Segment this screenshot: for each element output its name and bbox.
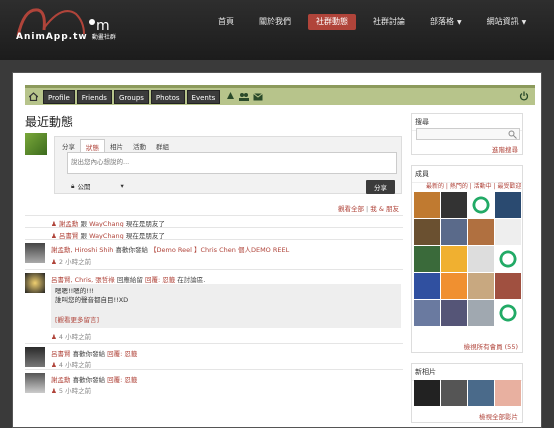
chevron-down-icon: ▼ <box>457 19 462 26</box>
like-icon: ♟ <box>51 333 57 341</box>
mail-icon[interactable] <box>252 91 264 103</box>
tab-events[interactable]: Events <box>186 89 221 104</box>
photo-grid <box>414 380 521 406</box>
main-nav: 首頁 關於我們 社群動態 社群討論 部落格 ▼ 網站資訊 ▼ <box>210 14 543 30</box>
member-avatar[interactable] <box>495 219 521 245</box>
list-item: 謝孟勳 喜歡你發給 回覆: 忍籤 ♟ 5 小時之前 <box>25 369 403 395</box>
search-panel: 搜尋 進階搜尋 <box>411 113 523 155</box>
privacy-select[interactable]: 🔒︎ 公開 ▾ <box>71 181 124 192</box>
list-item: ♟ 謝孟勳 跟 WayChang 現在是朋友了 <box>25 215 403 228</box>
search-icon[interactable] <box>508 130 517 139</box>
member-avatar[interactable] <box>414 246 440 272</box>
nav-about[interactable]: 關於我們 <box>251 14 299 30</box>
list-item: ♟ 呂書賢 跟 WayChang 現在是朋友了 <box>25 227 403 240</box>
home-icon[interactable] <box>27 91 39 103</box>
comment-box: 嗯嗯!!嗯的!!! 誰叫您的聲音都自目!!XD [觀看更多留言] <box>51 284 401 328</box>
chevron-down-icon: ▼ <box>521 19 527 26</box>
advanced-search-link[interactable]: 進階搜尋 <box>492 144 518 154</box>
tab-profile[interactable]: Profile <box>43 89 75 104</box>
member-avatar[interactable] <box>495 192 521 218</box>
notification-icon[interactable] <box>224 91 236 103</box>
member-avatar[interactable] <box>414 300 440 326</box>
lock-icon: 🔒︎ <box>71 181 75 190</box>
like-icon: ♟ <box>51 361 57 369</box>
member-avatar[interactable] <box>495 300 521 326</box>
member-avatar[interactable] <box>414 192 440 218</box>
top-header: m AnimApp.tw 動畫社群 首頁 關於我們 社群動態 社群討論 部落格 ▼… <box>0 0 554 60</box>
nav-site-info[interactable]: 網站資訊 ▼ <box>479 14 535 30</box>
nav-forum[interactable]: 社群討論 <box>365 14 413 30</box>
view-more-comments[interactable]: [觀看更多留言] <box>55 316 397 325</box>
nav-home[interactable]: 首頁 <box>210 14 242 30</box>
avatar[interactable] <box>25 373 45 393</box>
new-photos-panel: 新相片 檢視全部影片 <box>411 363 523 423</box>
list-item: 呂書賢, Chris, 張哲祿 回應給留 回覆: 忍籤 在討論區. 嗯嗯!!嗯的… <box>25 269 403 343</box>
tab-photos[interactable]: Photos <box>150 89 185 104</box>
share-button[interactable]: 分享 <box>366 180 395 194</box>
feed-filter: 觀看全部 | 我 & 朋友 <box>337 205 399 213</box>
member-avatar[interactable] <box>441 246 467 272</box>
member-avatar[interactable] <box>441 273 467 299</box>
list-item: 呂書賢 喜歡你發給 回覆: 忍籤 ♟ 4 小時之前 <box>25 343 403 369</box>
all-members-link[interactable]: 檢視所有會員 (55) <box>464 341 518 351</box>
member-avatar[interactable] <box>468 246 494 272</box>
page-title: 最近動態 <box>25 115 74 129</box>
member-avatar[interactable] <box>468 219 494 245</box>
like-icon: ♟ <box>51 258 57 266</box>
photo-thumb[interactable] <box>495 380 521 406</box>
member-avatar[interactable] <box>414 273 440 299</box>
member-avatar[interactable] <box>441 219 467 245</box>
member-avatar[interactable] <box>468 300 494 326</box>
avatar[interactable] <box>25 133 47 155</box>
profile-toolbar: Profile Friends Groups Photos Events <box>25 85 535 105</box>
member-avatar[interactable] <box>441 300 467 326</box>
avatar[interactable] <box>25 347 45 367</box>
search-input[interactable] <box>416 128 520 140</box>
avatar[interactable] <box>25 243 45 263</box>
friends-icon[interactable] <box>238 91 250 103</box>
brand-name: AnimApp.tw 動畫社群 <box>16 32 116 42</box>
member-avatar[interactable] <box>441 192 467 218</box>
photo-thumb[interactable] <box>414 380 440 406</box>
member-avatar[interactable] <box>495 246 521 272</box>
status-composer: 分享 狀態 相片 活動 群組 🔒︎ 公開 ▾ 分享 <box>54 136 402 194</box>
like-icon: ♟ <box>51 387 57 395</box>
members-panel: 成員 最新的 | 熱門的 | 活動中 | 最受歡迎 檢視所有會員 (55) <box>411 165 523 353</box>
status-input[interactable] <box>67 152 397 174</box>
photo-thumb[interactable] <box>468 380 494 406</box>
member-tabs[interactable]: 最新的 | 熱門的 | 活動中 | 最受歡迎 <box>426 181 522 190</box>
filter-all[interactable]: 觀看全部 <box>338 205 364 213</box>
nav-blog[interactable]: 部落格 ▼ <box>422 14 470 30</box>
nav-activity[interactable]: 社群動態 <box>308 14 356 30</box>
member-avatar[interactable] <box>468 192 494 218</box>
member-avatar[interactable] <box>414 219 440 245</box>
avatar[interactable] <box>25 273 45 293</box>
member-grid <box>414 192 521 326</box>
tab-groups[interactable]: Groups <box>113 89 149 104</box>
all-photos-link[interactable]: 檢視全部影片 <box>479 411 518 421</box>
photo-thumb[interactable] <box>441 380 467 406</box>
chevron-down-icon: ▾ <box>120 182 124 190</box>
power-icon[interactable] <box>519 91 531 103</box>
content-area: Profile Friends Groups Photos Events 最近動… <box>12 72 542 428</box>
member-avatar[interactable] <box>468 273 494 299</box>
list-item: 謝孟勳, Hiroshi Shih 喜歡你發給 【Demo Reel 】Chri… <box>25 239 403 269</box>
member-avatar[interactable] <box>495 273 521 299</box>
activity-feed: ♟ 謝孟勳 跟 WayChang 現在是朋友了 ♟ 呂書賢 跟 WayChang… <box>25 215 403 395</box>
tab-friends[interactable]: Friends <box>76 89 112 104</box>
filter-me-friends[interactable]: 我 & 朋友 <box>370 205 399 213</box>
